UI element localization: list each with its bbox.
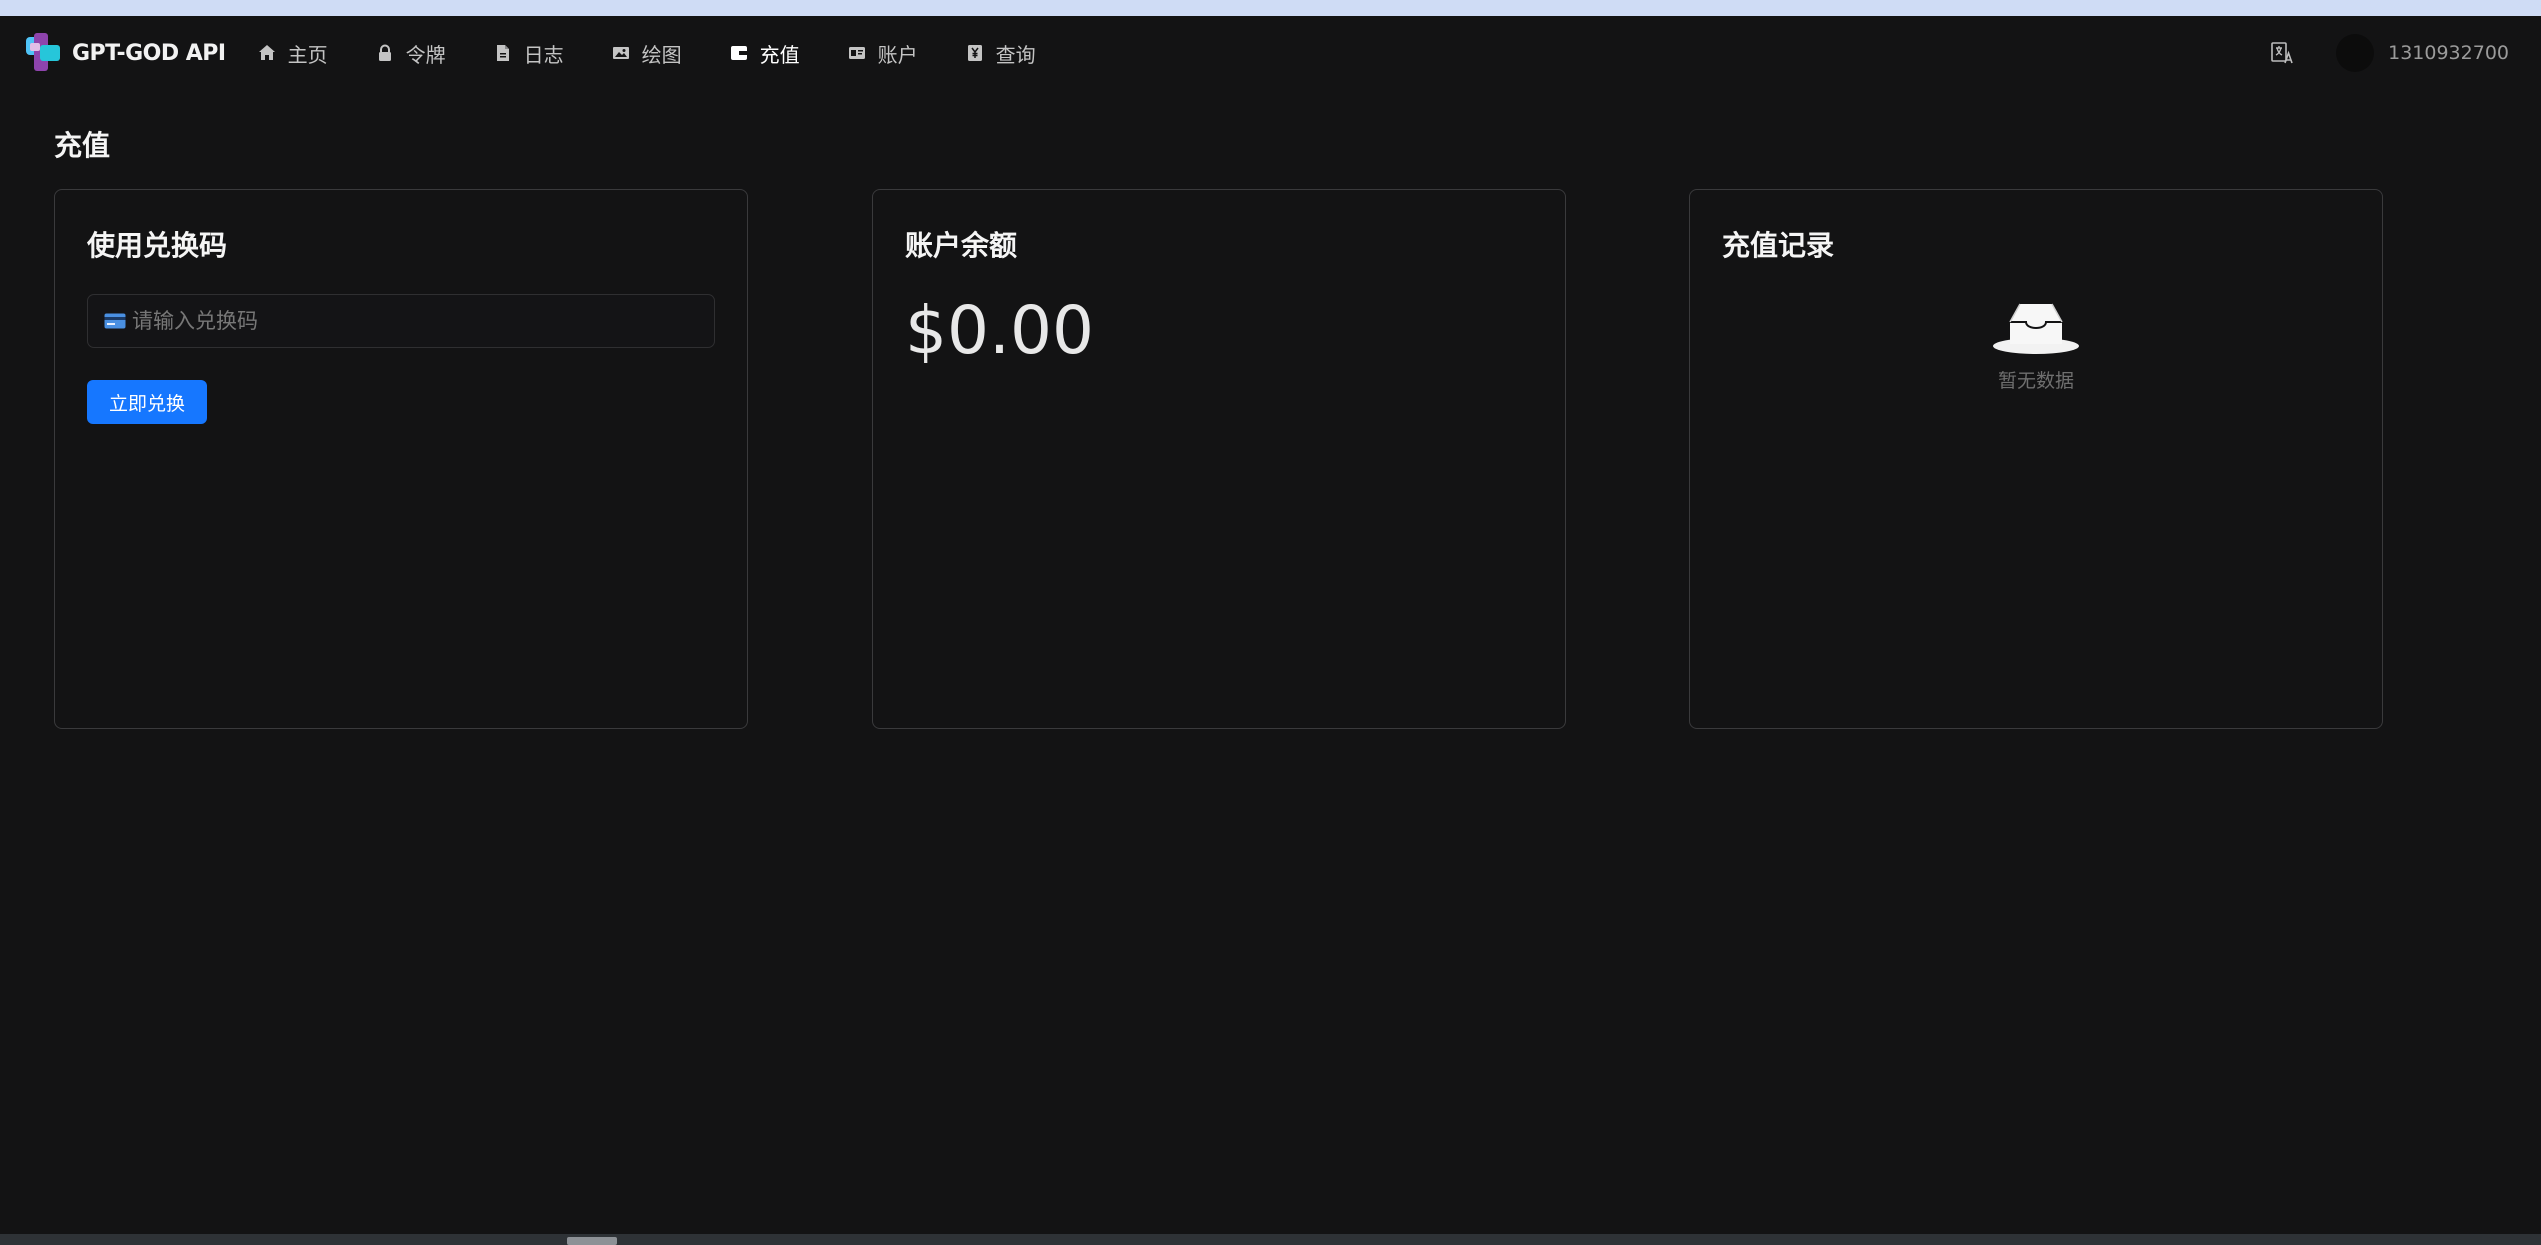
nav-item-drawing[interactable]: 绘图 <box>594 32 700 74</box>
empty-inbox-icon <box>1992 300 2080 356</box>
language-button[interactable] <box>2262 33 2302 73</box>
redeem-card: 使用兑换码 立即兑换 <box>54 189 748 729</box>
scrollbar-thumb[interactable] <box>567 1237 617 1245</box>
home-icon <box>258 44 276 62</box>
nav-item-logs[interactable]: 日志 <box>476 32 582 74</box>
redeem-button[interactable]: 立即兑换 <box>87 380 207 424</box>
nav-item-label: 令牌 <box>405 42 446 67</box>
empty-state: 暂无数据 <box>1690 300 2382 393</box>
lock-icon <box>376 44 394 62</box>
nav-item-label: 查询 <box>995 42 1036 67</box>
credit-card-icon <box>104 313 126 329</box>
logo <box>22 31 66 75</box>
card-title: 使用兑换码 <box>87 229 228 262</box>
nav-item-home[interactable]: 主页 <box>240 32 346 74</box>
redeem-code-field[interactable] <box>87 294 715 348</box>
nav-item-label: 绘图 <box>641 42 682 67</box>
redeem-code-input[interactable] <box>132 295 714 347</box>
brand[interactable]: GPT-GOD API <box>22 31 226 75</box>
balance-amount: $0.00 <box>905 292 1094 369</box>
username[interactable]: 1310932700 <box>2388 42 2509 64</box>
nav-item-query[interactable]: 查询 <box>948 32 1054 74</box>
translate-icon <box>2271 42 2293 64</box>
nav-item-label: 充值 <box>759 42 800 67</box>
top-navbar: GPT-GOD API 主页 令牌 日志 绘图 充值 账户 查询 1310932… <box>0 16 2541 90</box>
file-icon <box>494 44 512 62</box>
topup-history-card: 充值记录 暂无数据 <box>1689 189 2383 729</box>
nav-item-label: 日志 <box>523 42 564 67</box>
balance-card: 账户余额 $0.00 <box>872 189 1566 729</box>
id-card-icon <box>848 44 866 62</box>
nav-item-account[interactable]: 账户 <box>830 32 936 74</box>
wallet-icon <box>730 44 748 62</box>
main-nav: 主页 令牌 日志 绘图 充值 账户 查询 <box>240 32 1066 74</box>
card-title: 充值记录 <box>1722 229 1835 262</box>
browser-top-strip <box>0 0 2541 16</box>
brand-name: GPT-GOD API <box>72 40 226 66</box>
horizontal-scrollbar[interactable] <box>0 1234 2541 1245</box>
card-title: 账户余额 <box>905 229 1018 262</box>
header-right: 1310932700 <box>2262 33 2509 73</box>
yen-icon <box>966 44 984 62</box>
nav-item-label: 账户 <box>877 42 918 67</box>
empty-text: 暂无数据 <box>1997 370 2074 392</box>
image-icon <box>612 44 630 62</box>
avatar[interactable] <box>2336 34 2375 72</box>
nav-item-label: 主页 <box>287 42 328 67</box>
nav-item-topup[interactable]: 充值 <box>712 32 818 74</box>
page-title: 充值 <box>54 129 111 162</box>
nav-item-tokens[interactable]: 令牌 <box>358 32 464 74</box>
